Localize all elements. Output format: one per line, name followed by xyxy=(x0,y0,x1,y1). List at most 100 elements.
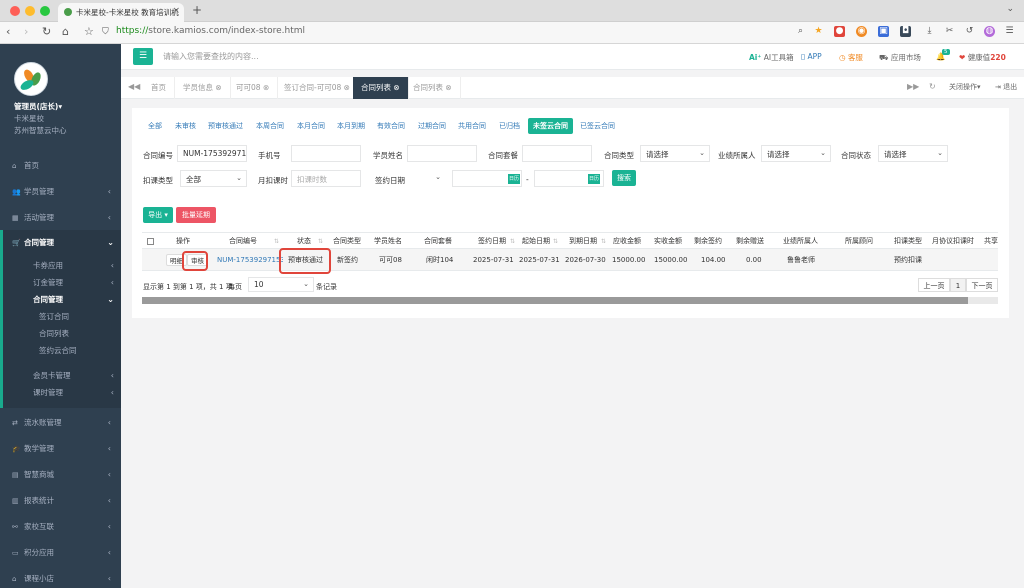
scissors-icon[interactable]: ✂ xyxy=(944,26,955,37)
tabs-scroll-left-icon[interactable]: ◀◀ xyxy=(128,82,140,91)
sidebar-item-students[interactable]: 👥 学员管理 ‹ xyxy=(0,179,121,205)
browser-menu-icon[interactable]: ☰ xyxy=(1004,26,1015,37)
sort-icon[interactable]: ⇅ xyxy=(601,233,606,250)
calendar-start-icon[interactable]: 日历 xyxy=(508,174,520,184)
table-horizontal-scrollbar[interactable] xyxy=(142,297,998,304)
monthly-deduct-input[interactable]: 扣课时数 xyxy=(291,170,361,187)
filter-all[interactable]: 全部 xyxy=(148,118,162,134)
sidebar-item-mall[interactable]: ▤ 智慧商城 ‹ xyxy=(0,462,121,488)
search-button[interactable]: 搜索 xyxy=(612,170,636,186)
batch-extend-button[interactable]: 批量延期 xyxy=(176,207,216,223)
filter-unreviewed[interactable]: 未审核 xyxy=(175,118,196,134)
filter-this-month[interactable]: 本月合同 xyxy=(297,118,325,134)
filter-shared[interactable]: 共用合同 xyxy=(458,118,486,134)
col-end-date[interactable]: 到期日期 xyxy=(569,233,597,250)
close-tab-small-icon[interactable]: ⊗ xyxy=(344,83,350,92)
sidebar-item-activities[interactable]: ▦ 活动管理 ‹ xyxy=(0,205,121,231)
sidebar-item-home-school[interactable]: ⚯ 家校互联 ‹ xyxy=(0,514,121,540)
notifications-button[interactable]: 🔔 5 xyxy=(936,49,950,61)
health-indicator[interactable]: ❤ 健康值220 xyxy=(959,52,1006,63)
sidebar-item-contracts[interactable]: 🛒 合同管理 ⌄ xyxy=(3,230,124,256)
col-sign-date[interactable]: 签约日期 xyxy=(478,233,506,250)
tab-student-keke08[interactable]: 可可08 ⊗ xyxy=(228,77,279,99)
owner-select[interactable]: 请选择 ⌄ xyxy=(761,145,831,162)
blue-extension-icon[interactable]: ▣ xyxy=(878,26,889,37)
app-market-link[interactable]: ⛟ 应用市场 xyxy=(879,52,921,63)
deduct-type-select[interactable]: 全部 ⌄ xyxy=(180,170,247,187)
tab-sign-contract[interactable]: 签订合同-可可08 ⊗ xyxy=(276,77,359,99)
filter-unsigned-cloud[interactable]: 未签云合同 xyxy=(528,118,573,134)
close-tab-small-icon[interactable]: ⊗ xyxy=(263,83,269,92)
sidebar-sub-sign-contract[interactable]: 签订合同 xyxy=(3,308,124,325)
app-link[interactable]: ▯ APP xyxy=(801,52,822,61)
sign-date-select[interactable]: ⌄ xyxy=(369,170,445,187)
sidebar-item-ledger[interactable]: ⇄ 流水账管理 ‹ xyxy=(0,410,121,436)
camera-extension-icon[interactable]: ◘ xyxy=(900,26,911,37)
sidebar-item-reports[interactable]: ▥ 报表统计 ‹ xyxy=(0,488,121,514)
close-operations-dropdown[interactable]: 关闭操作▾ xyxy=(949,82,981,92)
filter-valid[interactable]: 有效合同 xyxy=(377,118,405,134)
global-search-input[interactable]: 请输入您需要查找的内容... xyxy=(163,51,259,62)
sidebar-sub-contract-list[interactable]: 合同列表 xyxy=(3,325,124,342)
table-row[interactable]: 明细 审核 NUM-1753929715323 预审核通过 新签约 可可08 闲… xyxy=(142,249,998,271)
sidebar-item-teaching[interactable]: 🎓 教学管理 ‹ xyxy=(0,436,121,462)
bookmark-star-icon[interactable]: ☆ xyxy=(84,25,94,38)
col-deduct-type[interactable]: 扣课类型 xyxy=(894,233,922,250)
col-remain-gift[interactable]: 剩余赠送 xyxy=(736,233,764,250)
tab-contract-list-active[interactable]: 合同列表 ⊗ xyxy=(353,77,409,99)
sidebar-item-points[interactable]: ▭ 积分应用 ‹ xyxy=(0,540,121,566)
page-1-button[interactable]: 1 xyxy=(950,278,966,292)
browser-tab[interactable]: 卡米星校-卡米星校 教育培训机 × xyxy=(58,3,184,22)
avatar[interactable] xyxy=(14,62,48,96)
col-monthly-deduct[interactable]: 月协议扣课时 xyxy=(932,233,974,250)
filter-expired[interactable]: 过期合同 xyxy=(418,118,446,134)
contract-no-link[interactable]: NUM-1753929715323 xyxy=(217,249,283,271)
orange-extension-icon[interactable]: ◉ xyxy=(856,26,867,37)
close-tab-small-icon[interactable]: ⊗ xyxy=(215,83,221,92)
filter-archived[interactable]: 已归档 xyxy=(499,118,520,134)
maximize-window-button[interactable] xyxy=(40,6,50,16)
col-advisor[interactable]: 所属顾问 xyxy=(845,233,873,250)
filter-signed-cloud[interactable]: 已签云合同 xyxy=(580,118,615,134)
filter-this-week[interactable]: 本周合同 xyxy=(256,118,284,134)
back-icon[interactable]: ‹ xyxy=(6,25,10,38)
refresh-tab-icon[interactable]: ↻ xyxy=(929,82,936,91)
contract-type-select[interactable]: 请选择 ⌄ xyxy=(640,145,710,162)
tab-dropdown-icon[interactable]: ⌄ xyxy=(1006,4,1014,14)
close-tab-icon[interactable]: × xyxy=(172,6,180,16)
sidebar-item-home[interactable]: ⌂ 首页 xyxy=(0,153,121,179)
history-icon[interactable]: ↺ xyxy=(964,26,975,37)
package-input[interactable] xyxy=(522,145,592,162)
contract-no-input[interactable]: NUM-175392971 xyxy=(177,145,247,162)
close-window-button[interactable] xyxy=(10,6,20,16)
tab-home[interactable]: 首页 xyxy=(143,77,175,99)
sidebar-sub-member-cards[interactable]: 会员卡管理 ‹ xyxy=(3,367,124,384)
tab-contract-list[interactable]: 合同列表 ⊗ xyxy=(405,77,461,99)
reload-icon[interactable]: ↻ xyxy=(42,25,51,38)
game-extension-icon[interactable]: ● xyxy=(834,26,845,37)
customer-service-link[interactable]: ◷ 客服 xyxy=(839,52,863,63)
menu-toggle-button[interactable]: ☰ xyxy=(133,48,153,65)
forward-icon[interactable]: › xyxy=(24,25,28,38)
col-shared[interactable]: 共享 xyxy=(984,233,998,250)
minimize-window-button[interactable] xyxy=(25,6,35,16)
sidebar-sub-class-hours[interactable]: 课时管理 ‹ xyxy=(3,384,124,401)
calendar-end-icon[interactable]: 日历 xyxy=(588,174,600,184)
search-page-icon[interactable]: ⌕ xyxy=(795,26,806,37)
col-student[interactable]: 学员姓名 xyxy=(374,233,402,250)
sort-icon[interactable]: ⇅ xyxy=(553,233,558,250)
next-page-button[interactable]: 下一页 xyxy=(966,278,998,292)
tab-student-info[interactable]: 学员信息 ⊗ xyxy=(175,77,231,99)
col-type[interactable]: 合同类型 xyxy=(333,233,361,250)
col-owner[interactable]: 业绩所属人 xyxy=(783,233,818,250)
filter-prereviewed[interactable]: 预审核通过 xyxy=(208,118,243,134)
prev-page-button[interactable]: 上一页 xyxy=(918,278,950,292)
close-tab-small-icon[interactable]: ⊗ xyxy=(393,83,399,92)
filter-due-this-month[interactable]: 本月到期 xyxy=(337,118,365,134)
col-remain-sign[interactable]: 剩余签约 xyxy=(694,233,722,250)
export-button[interactable]: 导出 ▾ xyxy=(143,207,173,223)
profile-extension-icon[interactable]: ◍ xyxy=(984,26,995,37)
sidebar-item-course-shop[interactable]: ⌂ 课程小店 ‹ xyxy=(0,566,121,588)
sidebar-sub-cloud-contract[interactable]: 签约云合同 xyxy=(3,342,124,359)
logout-link[interactable]: ⇥ 退出 xyxy=(995,82,1017,92)
